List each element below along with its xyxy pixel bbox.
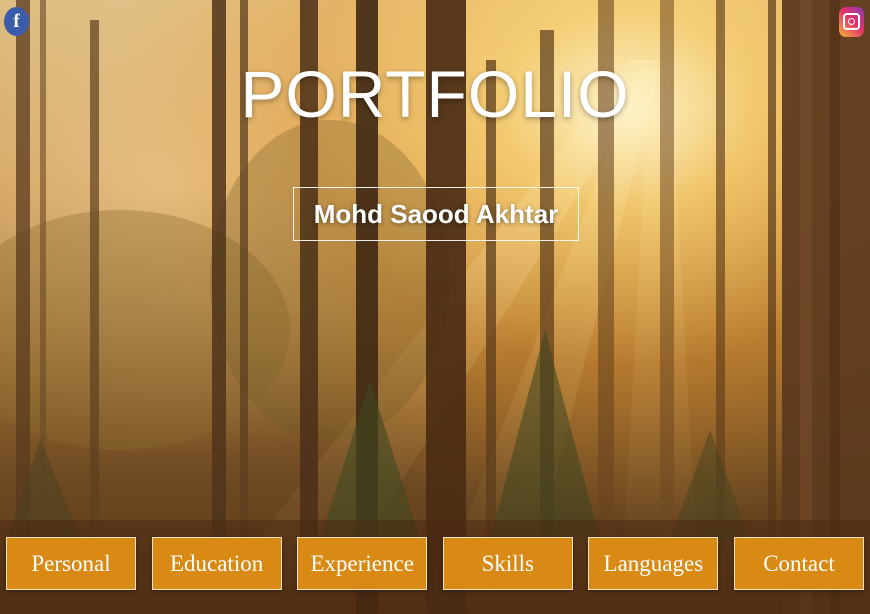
- facebook-icon: f: [4, 7, 29, 36]
- nav-button-personal[interactable]: Personal: [6, 537, 136, 590]
- page-title: PORTFOLIO: [240, 57, 630, 131]
- nav-button-contact[interactable]: Contact: [733, 537, 864, 590]
- owner-name: Mohd Saood Akhtar: [293, 187, 579, 241]
- nav-button-languages[interactable]: Languages: [588, 537, 719, 590]
- instagram-link[interactable]: [838, 6, 865, 37]
- instagram-icon: [839, 6, 864, 37]
- facebook-link[interactable]: f: [3, 6, 30, 37]
- section-nav: Personal Education Experience Skills Lan…: [6, 537, 864, 591]
- nav-button-skills[interactable]: Skills: [442, 537, 573, 590]
- nav-button-experience[interactable]: Experience: [297, 537, 428, 590]
- nav-button-education[interactable]: Education: [151, 537, 282, 590]
